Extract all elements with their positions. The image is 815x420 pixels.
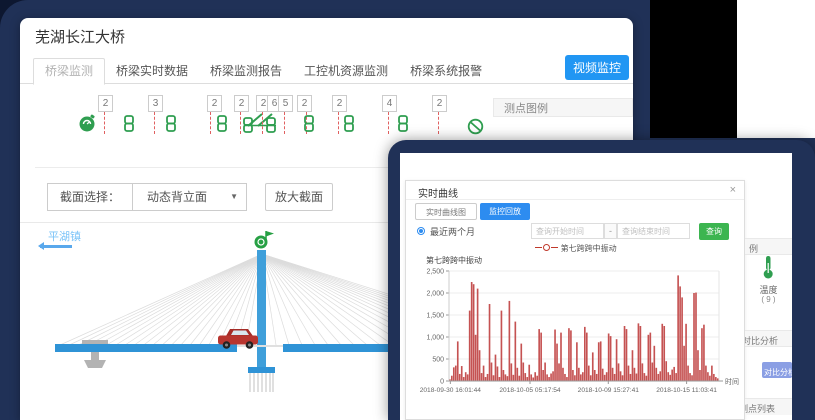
sensor-count-badge: 2 xyxy=(207,95,222,112)
chain-link-icon[interactable] xyxy=(123,115,135,132)
tower-top-camera-icon xyxy=(255,231,275,249)
legend-series-label: 第七跨跨中振动 xyxy=(561,244,617,253)
sensor-marker-dash xyxy=(154,112,155,134)
svg-text:2018-10-15 11:03:41: 2018-10-15 11:03:41 xyxy=(656,387,717,394)
svg-text:500: 500 xyxy=(432,357,444,364)
chain-link-icon[interactable] xyxy=(303,115,315,132)
query-button[interactable]: 查询 xyxy=(699,223,729,240)
dialog-header: 实时曲线 × xyxy=(406,181,744,200)
query-end-time-input[interactable] xyxy=(617,223,690,239)
background-black-region xyxy=(650,0,737,138)
legend-line-icon xyxy=(551,247,558,248)
bridge-tower xyxy=(257,250,266,371)
sensor-count-badge: 4 xyxy=(382,95,397,112)
svg-text:2018-10-09 15:27:41: 2018-10-09 15:27:41 xyxy=(578,387,640,394)
section-select-dropdown[interactable]: 动态背立面 ▼ xyxy=(132,183,247,211)
compare-analysis-header: 对比分析 xyxy=(745,330,792,347)
sensor-count-badge: 2 xyxy=(98,95,113,112)
side-legend-header: 例 xyxy=(745,238,792,255)
section-select-value: 动态背立面 xyxy=(147,190,207,204)
chain-link-icon[interactable] xyxy=(216,115,228,132)
modal-side-panel: 例 温度 ( 9 ) 对比分析 对比分析 测点列表 xyxy=(745,153,792,420)
sensor-count-badge: 5 xyxy=(278,95,293,112)
sensor-count-badge: 3 xyxy=(148,95,163,112)
date-range-separator: - xyxy=(604,223,617,239)
dialog-title: 实时曲线 xyxy=(418,185,458,200)
vibration-chart: 0 500 1,000 1,500 2,000 2,500 2018-09-30 16:01… xyxy=(406,265,744,405)
sensor-count-badge: 2 xyxy=(432,95,447,112)
tab-monitor-report[interactable]: 桥梁监测报告 xyxy=(199,59,293,84)
query-start-time-input[interactable] xyxy=(531,223,604,239)
point-list-header: 测点列表 xyxy=(745,398,792,415)
desktop: 芜湖长江大桥 桥梁监测 桥梁实时数据 桥梁监测报告 工控机资源监测 桥梁系统报警… xyxy=(0,0,815,420)
close-icon[interactable]: × xyxy=(730,184,736,196)
chain-link-icon[interactable] xyxy=(343,115,355,132)
tab-monitor-playback[interactable]: 监控回放 xyxy=(480,203,530,220)
section-select-label: 截面选择： xyxy=(47,183,133,211)
main-tabbar: 桥梁监测 桥梁实时数据 桥梁监测报告 工控机资源监测 桥梁系统报警 xyxy=(33,58,493,84)
temperature-count: ( 9 ) xyxy=(745,295,792,304)
deck-joint xyxy=(237,345,283,347)
svg-text:2018-09-30 16:01:44: 2018-09-30 16:01:44 xyxy=(420,387,482,394)
chart-legend[interactable]: 第七跨跨中振动 xyxy=(406,243,746,254)
background-window-edge xyxy=(737,0,815,138)
sensor-marker-dash xyxy=(210,112,211,134)
tab-system-alarm[interactable]: 桥梁系统报警 xyxy=(399,59,493,84)
tab-realtime-data[interactable]: 桥梁实时数据 xyxy=(105,59,199,84)
sensor-marker-dash xyxy=(438,112,439,134)
svg-text:2,000: 2,000 xyxy=(426,291,444,298)
svg-text:1,000: 1,000 xyxy=(426,335,444,342)
chain-link-icon[interactable] xyxy=(397,115,409,132)
sensor-count-badge: 2 xyxy=(234,95,249,112)
tab-realtime-curve[interactable]: 实时曲线图 xyxy=(415,203,477,220)
bearing-icon[interactable] xyxy=(242,112,278,141)
sensor-marker-dash xyxy=(338,112,339,134)
radio-label: 最近两个月 xyxy=(430,225,475,238)
gauge-icon[interactable] xyxy=(78,113,97,138)
sensor-count-badge: 2 xyxy=(332,95,347,112)
query-row: 最近两个月 - 查询 xyxy=(406,223,746,241)
legend-circle-icon xyxy=(543,244,550,251)
page-title: 芜湖长江大桥 xyxy=(35,26,125,47)
chevron-down-icon: ▼ xyxy=(230,184,238,210)
sensor-marker-dash xyxy=(104,112,105,134)
thermometer-icon[interactable] xyxy=(761,255,775,286)
sensor-marker-dash xyxy=(240,112,241,134)
chain-link-icon[interactable] xyxy=(165,115,177,132)
video-monitor-button[interactable]: 视频监控 xyxy=(565,55,629,80)
radio-last-two-months[interactable] xyxy=(417,227,425,235)
modal-window: 实时曲线 × 实时曲线图 监控回放 最近两个月 - 查询 第七跨跨中振动 第七跨… xyxy=(400,153,792,420)
sensor-marker-dash xyxy=(284,112,285,134)
svg-text:1,500: 1,500 xyxy=(426,313,444,320)
tower-pier xyxy=(248,367,275,392)
enlarge-section-button[interactable]: 放大截面 xyxy=(265,183,333,211)
legend-panel-title: 测点图例 xyxy=(504,100,548,118)
compare-analysis-button[interactable]: 对比分析 xyxy=(762,362,792,378)
bridge-deck-left xyxy=(55,344,237,352)
dialog-tabbar: 实时曲线图 监控回放 xyxy=(415,203,530,220)
tab-ipc-resource[interactable]: 工控机资源监测 xyxy=(293,59,399,84)
legend-line-icon xyxy=(535,247,542,248)
svg-text:2,500: 2,500 xyxy=(426,269,444,276)
sensor-count-badge: 2 xyxy=(297,95,312,112)
sensor-marker-dash xyxy=(262,112,263,134)
realtime-curve-dialog: 实时曲线 × 实时曲线图 监控回放 最近两个月 - 查询 第七跨跨中振动 第七跨… xyxy=(405,180,745,420)
tab-bridge-monitoring[interactable]: 桥梁监测 xyxy=(33,58,105,85)
prohibition-icon[interactable] xyxy=(467,118,484,140)
legend-panel-header: 测点图例 xyxy=(493,98,633,117)
chart-bars xyxy=(449,275,719,381)
sensor-marker-dash xyxy=(388,112,389,134)
svg-text:时间: 时间 xyxy=(725,377,739,386)
svg-text:2018-10-05 05:17:54: 2018-10-05 05:17:54 xyxy=(499,387,561,394)
svg-text:0: 0 xyxy=(440,379,444,386)
